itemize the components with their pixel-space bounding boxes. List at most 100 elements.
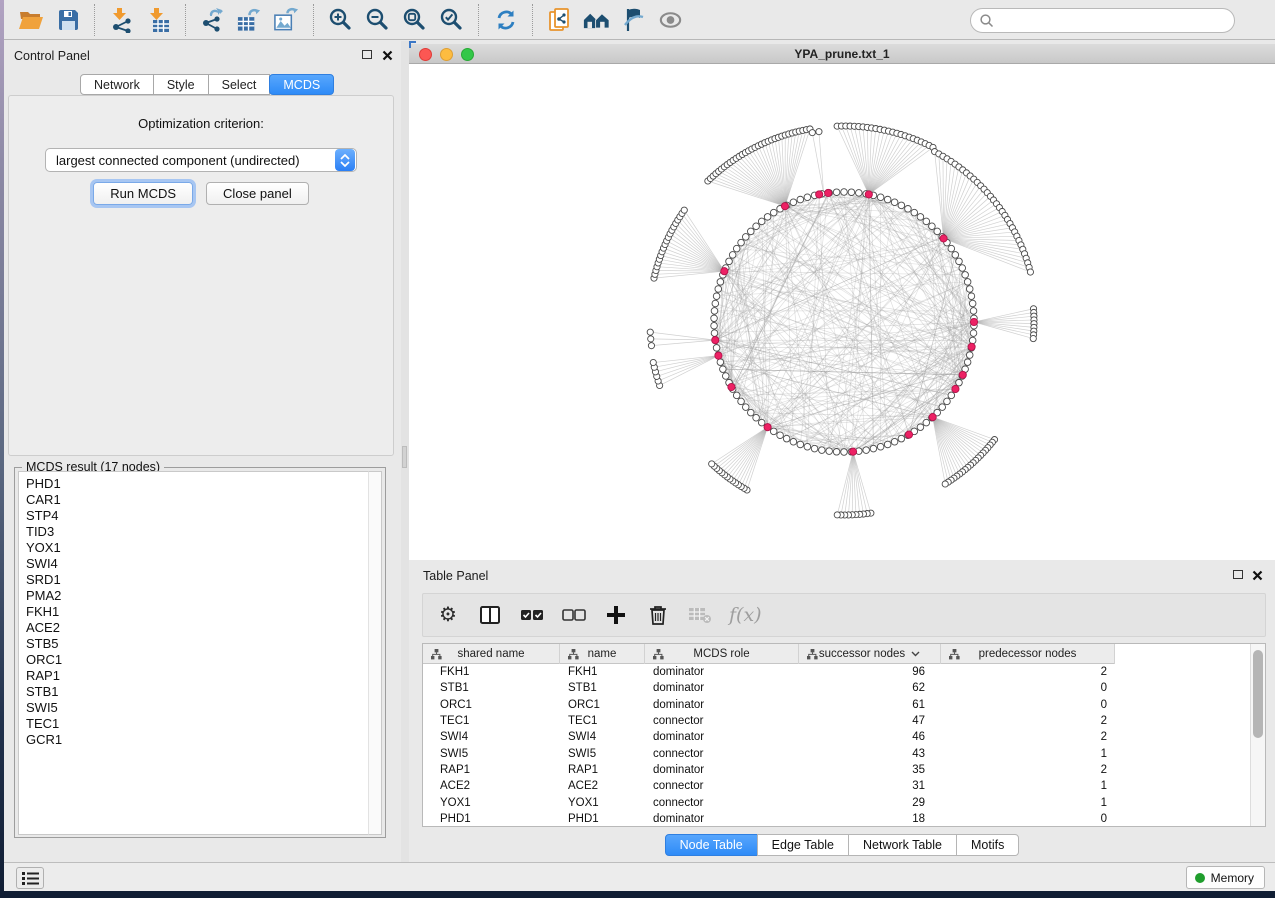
function-builder-icon[interactable]: f(x) bbox=[729, 602, 762, 628]
leaf-node[interactable] bbox=[809, 130, 815, 136]
ring-node[interactable] bbox=[856, 190, 863, 197]
columns-icon[interactable] bbox=[477, 602, 503, 628]
refresh-layout-icon[interactable] bbox=[492, 6, 519, 33]
ring-node[interactable] bbox=[966, 286, 973, 293]
flag-icon[interactable] bbox=[620, 6, 647, 33]
eye-icon[interactable] bbox=[657, 6, 684, 33]
table-row[interactable]: ORC1ORC1dominator610 bbox=[423, 697, 1251, 713]
mcds-result-item[interactable]: STB1 bbox=[26, 684, 370, 700]
ring-node[interactable] bbox=[969, 337, 976, 344]
mcds-hub-node[interactable] bbox=[712, 336, 719, 343]
memory-button[interactable]: Memory bbox=[1186, 866, 1265, 889]
network-overview-icon[interactable] bbox=[583, 6, 610, 33]
ring-node[interactable] bbox=[964, 359, 971, 366]
ring-node[interactable] bbox=[729, 252, 736, 259]
mcds-hub-node[interactable] bbox=[715, 352, 722, 359]
mcds-hub-node[interactable] bbox=[865, 191, 872, 198]
leaf-node[interactable] bbox=[1030, 335, 1036, 341]
ring-node[interactable] bbox=[770, 428, 777, 435]
tab-style[interactable]: Style bbox=[153, 74, 209, 95]
ring-node[interactable] bbox=[948, 392, 955, 399]
mcds-result-item[interactable]: ORC1 bbox=[26, 652, 370, 668]
leaf-node[interactable] bbox=[650, 359, 656, 365]
float-table-panel-icon[interactable] bbox=[1233, 570, 1243, 579]
tab-network[interactable]: Network bbox=[80, 74, 154, 95]
ring-node[interactable] bbox=[826, 448, 833, 455]
ring-node[interactable] bbox=[962, 272, 969, 279]
ring-node[interactable] bbox=[717, 279, 724, 286]
table-row[interactable]: SWI4SWI4dominator462 bbox=[423, 729, 1251, 745]
table-row[interactable]: STB1STB1dominator620 bbox=[423, 680, 1251, 696]
ring-node[interactable] bbox=[804, 194, 811, 201]
ring-node[interactable] bbox=[711, 315, 718, 322]
clone-network-icon[interactable] bbox=[546, 6, 573, 33]
column-header-MCDS-role[interactable]: MCDS role bbox=[645, 644, 799, 664]
tab-network-table[interactable]: Network Table bbox=[848, 834, 957, 856]
leaf-node[interactable] bbox=[709, 461, 715, 467]
task-history-button[interactable] bbox=[16, 867, 44, 889]
table-row[interactable]: PHD1PHD1dominator180 bbox=[423, 811, 1251, 827]
export-network-icon[interactable] bbox=[199, 6, 226, 33]
mcds-result-item[interactable]: SWI4 bbox=[26, 556, 370, 572]
ring-node[interactable] bbox=[712, 300, 719, 307]
leaf-node[interactable] bbox=[816, 129, 822, 135]
ring-node[interactable] bbox=[758, 419, 765, 426]
table-row[interactable]: ACE2ACE2connector311 bbox=[423, 778, 1251, 794]
mcds-result-item[interactable]: STP4 bbox=[26, 508, 370, 524]
ring-node[interactable] bbox=[911, 209, 918, 216]
gear-icon[interactable]: ⚙ bbox=[435, 602, 461, 628]
tab-select[interactable]: Select bbox=[208, 74, 271, 95]
run-mcds-button[interactable]: Run MCDS bbox=[93, 182, 193, 205]
search-input[interactable] bbox=[970, 8, 1235, 33]
select-all-icon[interactable] bbox=[519, 602, 545, 628]
ring-node[interactable] bbox=[783, 435, 790, 442]
mcds-result-item[interactable]: TEC1 bbox=[26, 716, 370, 732]
mcds-result-item[interactable]: GCR1 bbox=[26, 732, 370, 748]
ring-node[interactable] bbox=[917, 214, 924, 221]
vertical-splitter[interactable] bbox=[401, 41, 409, 862]
mcds-result-item[interactable]: RAP1 bbox=[26, 668, 370, 684]
export-table-icon[interactable] bbox=[236, 6, 263, 33]
leaf-node[interactable] bbox=[647, 329, 653, 335]
ring-node[interactable] bbox=[923, 419, 930, 426]
mcds-result-item[interactable]: FKH1 bbox=[26, 604, 370, 620]
table-scrollbar[interactable] bbox=[1250, 644, 1265, 826]
ring-node[interactable] bbox=[966, 352, 973, 359]
ring-node[interactable] bbox=[742, 404, 749, 411]
ring-node[interactable] bbox=[917, 424, 924, 431]
network-canvas[interactable] bbox=[409, 64, 1275, 560]
mcds-result-item[interactable]: ACE2 bbox=[26, 620, 370, 636]
ring-node[interactable] bbox=[934, 228, 941, 235]
ring-node[interactable] bbox=[747, 409, 754, 416]
ring-node[interactable] bbox=[733, 392, 740, 399]
mcds-result-item[interactable]: PMA2 bbox=[26, 588, 370, 604]
close-table-panel-icon[interactable] bbox=[1252, 570, 1263, 581]
column-header-predecessor-nodes[interactable]: predecessor nodes bbox=[941, 644, 1115, 664]
mcds-result-item[interactable]: SWI5 bbox=[26, 700, 370, 716]
ring-node[interactable] bbox=[742, 234, 749, 241]
ring-node[interactable] bbox=[711, 308, 718, 315]
leaf-node[interactable] bbox=[1027, 269, 1033, 275]
table-row[interactable]: FKH1FKH1dominator962 bbox=[423, 664, 1251, 680]
ring-node[interactable] bbox=[753, 223, 760, 230]
mcds-hub-node[interactable] bbox=[905, 431, 912, 438]
ring-node[interactable] bbox=[929, 223, 936, 230]
ring-node[interactable] bbox=[770, 209, 777, 216]
mcds-result-scrollbar[interactable] bbox=[368, 471, 382, 835]
zoom-fit-icon[interactable] bbox=[401, 6, 428, 33]
ring-node[interactable] bbox=[733, 245, 740, 252]
leaf-node[interactable] bbox=[648, 336, 654, 342]
table-row[interactable]: RAP1RAP1dominator352 bbox=[423, 762, 1251, 778]
ring-node[interactable] bbox=[738, 398, 745, 405]
ring-node[interactable] bbox=[711, 322, 718, 329]
ring-node[interactable] bbox=[898, 435, 905, 442]
mcds-hub-node[interactable] bbox=[929, 413, 936, 420]
ring-node[interactable] bbox=[841, 189, 848, 196]
mcds-hub-node[interactable] bbox=[728, 383, 735, 390]
mcds-hub-node[interactable] bbox=[816, 191, 823, 198]
ring-node[interactable] bbox=[944, 398, 951, 405]
delete-column-icon[interactable] bbox=[645, 602, 671, 628]
ring-node[interactable] bbox=[956, 258, 963, 265]
ring-node[interactable] bbox=[970, 308, 977, 315]
ring-node[interactable] bbox=[833, 189, 840, 196]
